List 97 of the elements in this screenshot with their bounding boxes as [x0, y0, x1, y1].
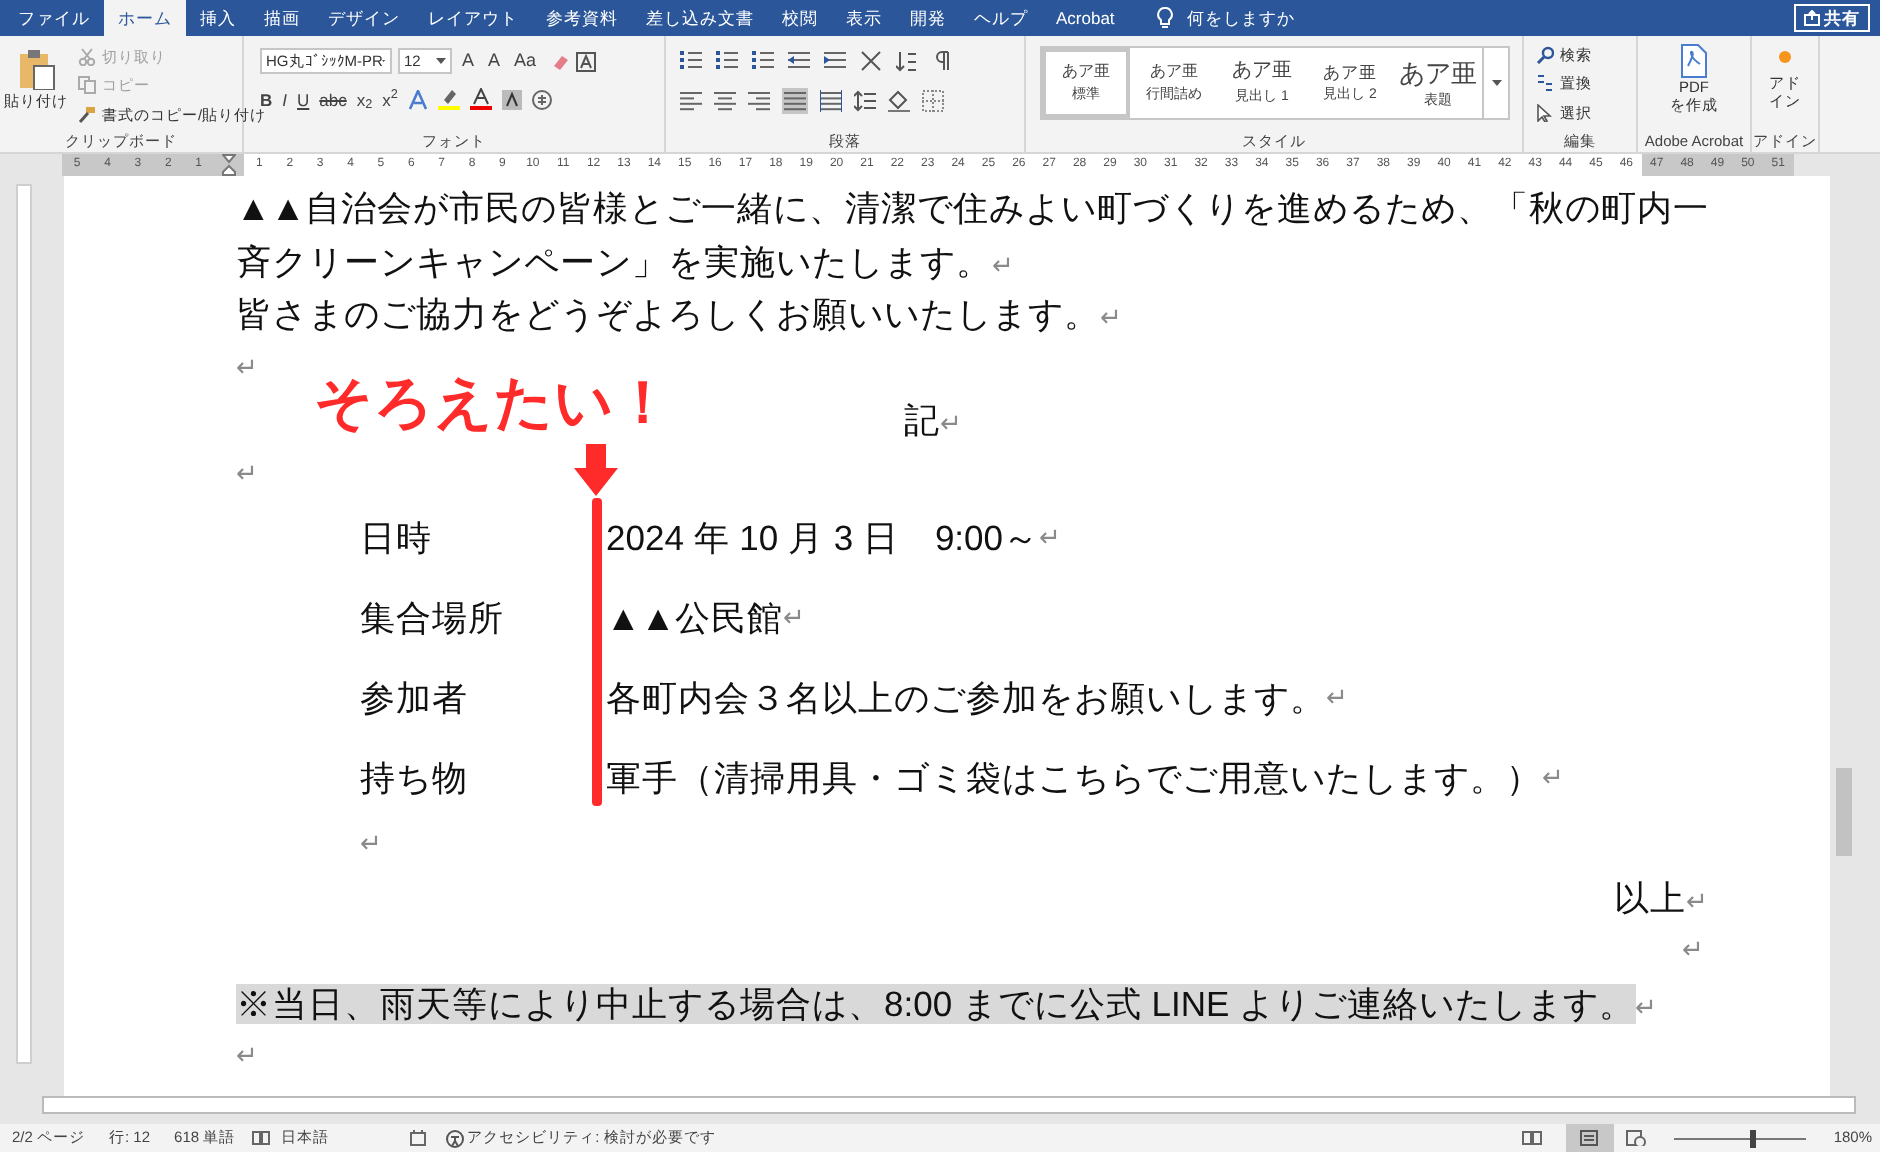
border-letter-icon[interactable] — [576, 51, 597, 72]
bullet-list-icon[interactable] — [680, 50, 702, 72]
paragraph-mark: ↵ — [1100, 302, 1122, 332]
highlighted-text: ※当日、雨天等により中止する場合は、8:00 までに公式 LINE よりご連絡いたします。 — [236, 983, 1636, 1023]
indent-marker-icon[interactable] — [222, 154, 236, 176]
annotation-text: そろえたい！ — [314, 376, 672, 434]
paragraph-mark: ↵ — [236, 457, 258, 487]
superscript-button[interactable]: x$^{2}$ — [382, 87, 398, 113]
paragraph-mark: ↵ — [236, 1040, 258, 1070]
italic-button[interactable]: I — [282, 87, 288, 113]
ribbon-tab[interactable]: レイアウト — [414, 0, 532, 36]
decrease-indent-icon[interactable] — [788, 50, 810, 72]
multilevel-list-icon[interactable] — [752, 50, 774, 72]
subscript-button[interactable]: x$_{2}$ — [356, 87, 373, 113]
paragraph-mark: ↵ — [1635, 991, 1658, 1021]
item-label: 参加者 — [360, 675, 470, 722]
increase-indent-icon[interactable] — [824, 50, 846, 72]
item-value: 2024 年 10 月 3 日 9:00～ — [606, 515, 1039, 562]
clipboard-icon — [16, 46, 56, 90]
scissors-icon — [78, 48, 96, 67]
distributed-icon[interactable] — [820, 90, 842, 112]
paragraph-mark: ↵ — [992, 249, 1014, 279]
align-left-icon[interactable] — [680, 90, 702, 112]
ribbon-tab[interactable]: 描画 — [250, 0, 314, 36]
paint-bucket-icon[interactable] — [888, 90, 910, 112]
font-color-icon[interactable] — [469, 88, 492, 111]
body-text: 以上 — [1614, 877, 1686, 917]
replace-icon — [1536, 74, 1554, 93]
search-icon — [1536, 46, 1554, 65]
body-text: 記 — [904, 400, 940, 440]
read-mode-icon[interactable] — [1521, 1130, 1542, 1146]
tell-me-search[interactable]: 何をしますか — [1186, 0, 1295, 36]
add-in-icon — [1778, 50, 1792, 64]
align-center-icon[interactable] — [714, 90, 736, 112]
ribbon-tab[interactable]: 開発 — [896, 0, 960, 36]
paragraph-mark: ↵ — [1682, 934, 1704, 964]
item-label: 持ち物 — [360, 755, 470, 802]
paragraph-mark: ↵ — [940, 408, 962, 438]
borders-icon[interactable] — [922, 90, 944, 112]
item-value: 各町内会３名以上のご参加をお願いします。 — [606, 675, 1326, 722]
ribbon-tab[interactable]: デザイン — [314, 0, 414, 36]
share-button[interactable]: 共有 — [1794, 4, 1870, 32]
down-arrow-icon — [574, 444, 618, 496]
body-text: 皆さまのご協力をどうぞよろしくお願いいたします。 — [236, 294, 1100, 334]
share-icon — [1804, 10, 1820, 26]
print-layout-button[interactable] — [1565, 1124, 1614, 1152]
item-label: 集合場所 — [360, 595, 506, 642]
ribbon-tab[interactable]: 校閲 — [768, 0, 832, 36]
paragraph-mark: ↵ — [236, 351, 258, 381]
paragraph-mark: ↵ — [783, 600, 806, 637]
lightbulb-icon — [1156, 6, 1175, 30]
sort-icon[interactable] — [896, 50, 918, 72]
item-label: 日時 — [360, 515, 434, 562]
enclosed-character-icon[interactable] — [531, 89, 552, 110]
highlighter-icon[interactable] — [437, 88, 460, 111]
proofing-book-icon[interactable] — [251, 1130, 270, 1146]
macro-icon[interactable] — [409, 1130, 426, 1146]
accessibility-icon — [445, 1129, 464, 1147]
line-spacing-icon[interactable] — [854, 90, 876, 112]
grow-font-button[interactable]: A — [458, 48, 479, 75]
align-right-icon[interactable] — [748, 90, 770, 112]
paragraph-mark: ↵ — [1039, 520, 1061, 557]
text-effect-icon[interactable] — [407, 89, 428, 110]
ribbon-tab[interactable]: ファイル — [4, 0, 104, 36]
change-case-button[interactable]: Aa — [510, 48, 541, 75]
paragraph-mark: ↵ — [1326, 680, 1348, 717]
body-text: ▲▲自治会が市民の皆様とご一緒に、清潔で住みよい町づくりを進めるため、「秋の町内一 — [236, 188, 1710, 228]
shading-letter-icon[interactable] — [501, 89, 522, 110]
shrink-font-button[interactable]: A — [484, 48, 505, 75]
underline-button[interactable]: U — [297, 87, 310, 113]
justify-icon[interactable] — [782, 88, 808, 114]
strikethrough-button[interactable]: abc — [319, 87, 347, 113]
paragraph-mark: ↵ — [1686, 885, 1708, 915]
ribbon-tab[interactable]: Acrobat — [1042, 0, 1129, 36]
copy-icon — [78, 76, 96, 95]
body-text: 斉クリーンキャンペーン」を実施いたします。 — [236, 241, 992, 281]
horizontal-scrollbar[interactable] — [42, 1096, 1856, 1114]
pilcrow-icon[interactable] — [932, 50, 954, 72]
numbered-list-icon[interactable] — [716, 50, 738, 72]
bold-button[interactable]: B — [260, 87, 273, 113]
ribbon-tab[interactable]: 挿入 — [186, 0, 250, 36]
paintbrush-icon — [78, 105, 96, 124]
ribbon-tab[interactable]: ヘルプ — [960, 0, 1042, 36]
pointer-icon — [1536, 103, 1554, 122]
paragraph-mark: ↵ — [360, 828, 382, 858]
ribbon-tab[interactable]: ホーム — [104, 0, 186, 36]
ribbon-tab[interactable]: 表示 — [832, 0, 896, 36]
web-layout-icon[interactable] — [1625, 1130, 1646, 1146]
item-value: ▲▲公民館 — [606, 595, 784, 642]
zoom-slider-thumb[interactable] — [1749, 1129, 1756, 1147]
ribbon-tab[interactable]: 差し込み文書 — [632, 0, 768, 36]
print-layout-icon — [1580, 1130, 1599, 1146]
ribbon-tab[interactable]: 参考資料 — [532, 0, 632, 36]
scrollbar-thumb[interactable] — [1836, 768, 1852, 856]
pdf-document-icon — [1680, 44, 1708, 78]
paragraph-mark: ↵ — [1542, 760, 1564, 797]
item-value: 軍手（清掃用具・ゴミ袋はこちらでご用意いたします。） — [606, 755, 1542, 802]
